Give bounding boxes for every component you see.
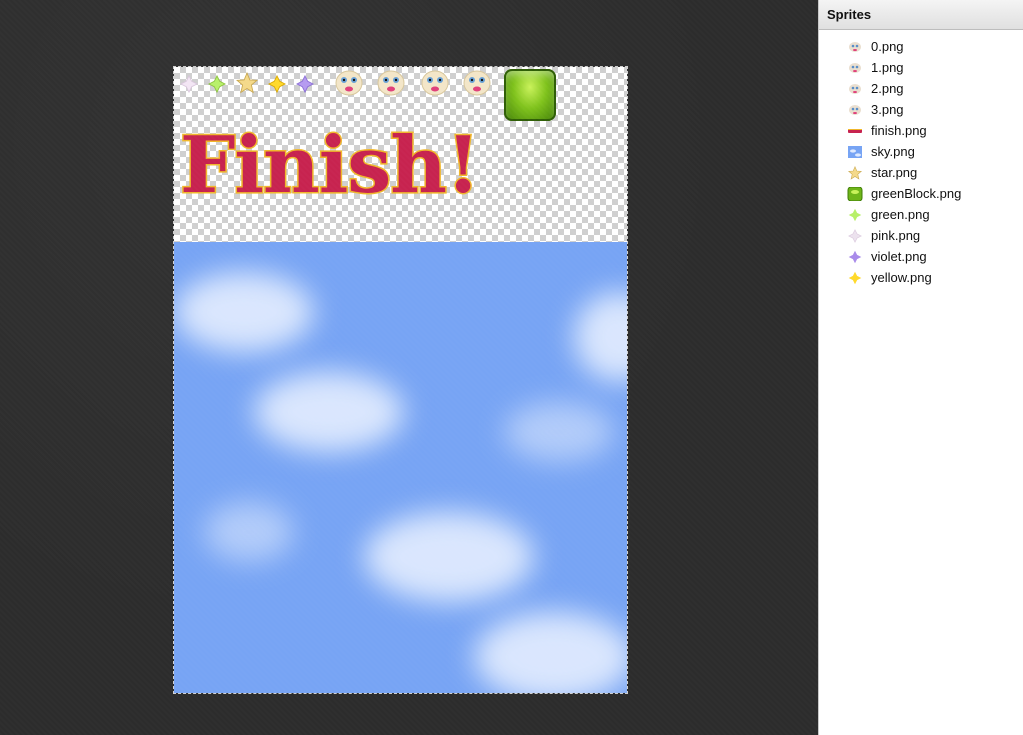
face-icon (847, 82, 863, 96)
sky-sprite[interactable] (174, 242, 627, 693)
violet-gem-sprite[interactable] (295, 74, 315, 94)
sprite-file-item[interactable]: pink.png (819, 225, 1023, 246)
cloud-shape (254, 372, 404, 452)
cloud-shape (474, 612, 627, 693)
yellow-gem-sprite[interactable] (267, 74, 287, 94)
finish-sprite[interactable]: Finish! (178, 125, 481, 206)
sprite-file-name: yellow.png (871, 270, 932, 285)
sprite-sheet-canvas[interactable]: Finish! (0, 0, 818, 735)
sprite-file-name: 0.png (871, 39, 904, 54)
face-icon (847, 40, 863, 54)
sprite-file-item[interactable]: 0.png (819, 36, 1023, 57)
cloud-shape (204, 502, 294, 562)
sprite-file-name: green.png (871, 207, 930, 222)
cloud-shape (574, 292, 627, 382)
sprite-file-item[interactable]: star.png (819, 162, 1023, 183)
sprite-file-name: finish.png (871, 123, 927, 138)
cloud-shape (364, 512, 534, 602)
panel-title: Sprites (819, 0, 1023, 30)
sprite-file-name: 3.png (871, 102, 904, 117)
face-sprite-2[interactable] (420, 69, 450, 97)
pink-gem-icon (847, 228, 863, 243)
star-sprite[interactable] (235, 71, 259, 94)
sprite-file-item[interactable]: yellow.png (819, 267, 1023, 288)
sprite-file-name: 1.png (871, 60, 904, 75)
sprite-file-item[interactable]: sky.png (819, 141, 1023, 162)
face-sprite-3[interactable] (462, 69, 492, 97)
sprite-file-item[interactable]: violet.png (819, 246, 1023, 267)
pink-gem-sprite[interactable] (179, 74, 199, 94)
sprite-file-name: greenBlock.png (871, 186, 962, 201)
sprite-sheet[interactable]: Finish! (173, 66, 628, 694)
cloud-shape (504, 402, 614, 462)
green-gem-icon (847, 208, 863, 222)
sprite-file-item[interactable]: finish.png (819, 120, 1023, 141)
face-sprite-0[interactable] (334, 69, 364, 97)
finish-text-icon (847, 124, 863, 138)
sky-icon (847, 145, 863, 159)
green-block-sprite[interactable] (504, 69, 556, 121)
sprite-file-name: 2.png (871, 81, 904, 96)
sprite-file-list: 0.png 1.png 2.png 3.png finish.png sky.p… (819, 30, 1023, 288)
face-sprite-1[interactable] (376, 69, 406, 97)
sprite-file-item[interactable]: 3.png (819, 99, 1023, 120)
face-icon (847, 61, 863, 75)
sprite-file-name: star.png (871, 165, 918, 180)
green-gem-sprite[interactable] (207, 74, 227, 94)
sprite-file-name: pink.png (871, 228, 921, 243)
sprite-file-item[interactable]: 2.png (819, 78, 1023, 99)
violet-gem-icon (847, 250, 863, 264)
yellow-gem-icon (847, 271, 863, 285)
sprite-file-name: sky.png (871, 144, 915, 159)
sprite-file-item[interactable]: green.png (819, 204, 1023, 225)
cloud-shape (174, 272, 314, 352)
sprite-file-item[interactable]: greenBlock.png (819, 183, 1023, 204)
green-block-icon (847, 186, 863, 201)
sprites-panel: Sprites 0.png 1.png 2.png 3.png finish.p… (818, 0, 1023, 735)
sprite-file-name: violet.png (871, 249, 927, 264)
star-icon (847, 165, 863, 180)
sprite-file-item[interactable]: 1.png (819, 57, 1023, 78)
face-icon (847, 103, 863, 117)
